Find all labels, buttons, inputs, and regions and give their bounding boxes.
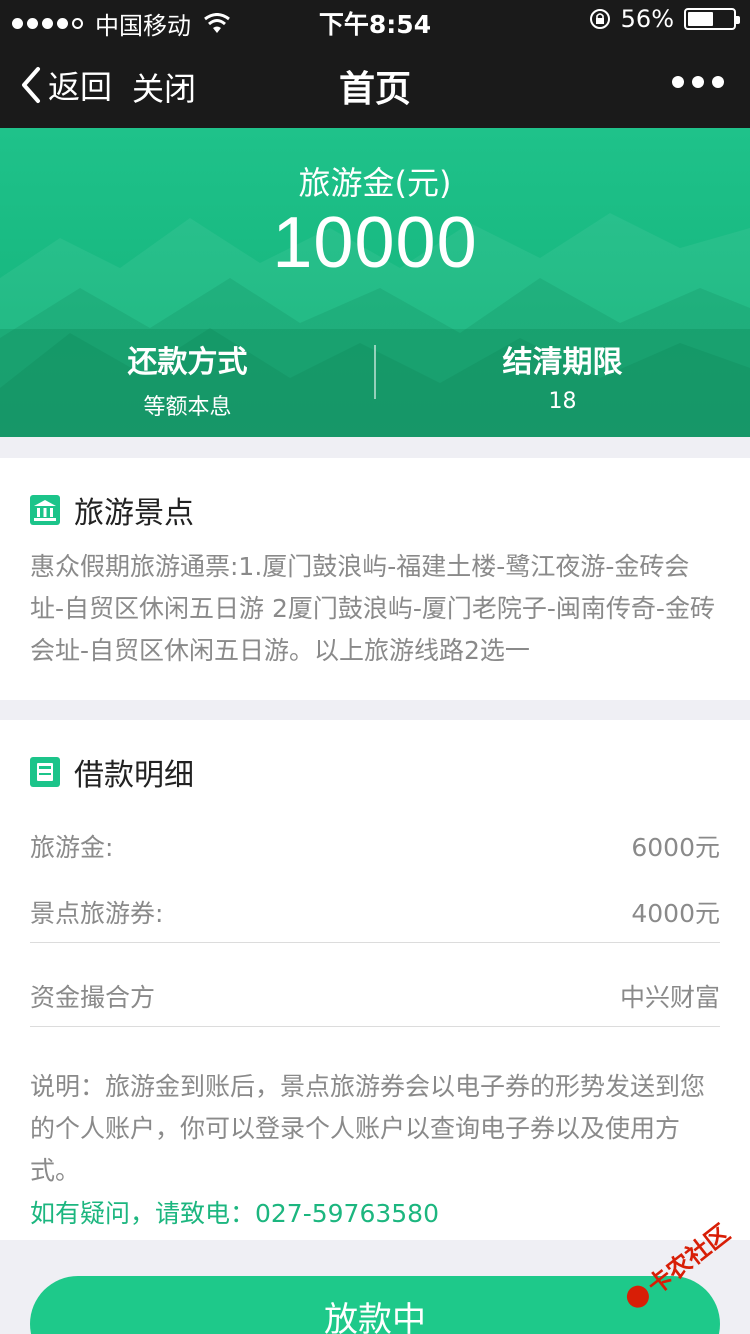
more-dots-icon[interactable] [672, 76, 724, 88]
details-header: 借款明细 [30, 750, 194, 794]
landmark-icon [30, 495, 60, 525]
divider [30, 1026, 720, 1027]
detail-label: 资金撮合方 [30, 983, 156, 1012]
battery-fill [688, 12, 713, 26]
contact-phone-link[interactable]: 如有疑问，请致电：027-59763580 [30, 1194, 439, 1230]
attractions-card: 旅游景点 惠众假期旅游通票:1.厦门鼓浪屿-福建土楼-鹭江夜游-金砖会址-自贸区… [0, 458, 750, 700]
status-bar: 中国移动 下午8:54 56% [0, 0, 750, 40]
attractions-title: 旅游景点 [74, 496, 194, 531]
divider [30, 942, 720, 943]
rotation-lock-icon [589, 9, 610, 29]
attractions-header: 旅游景点 [30, 488, 194, 532]
term-title: 结清期限 [502, 345, 623, 380]
battery-icon [684, 8, 740, 30]
amount-value: 10000 [272, 203, 478, 283]
amount-label: 旅游金(元) [298, 164, 452, 202]
details-title: 借款明细 [74, 758, 194, 793]
repayment-method: 还款方式 等额本息 [0, 329, 375, 437]
loan-details-card: 借款明细 旅游金: 6000元 景点旅游券: 4000元 资金撮合方 中兴财富 … [0, 720, 750, 1240]
detail-value: 中兴财富 [619, 983, 720, 1012]
attractions-description: 惠众假期旅游通票:1.厦门鼓浪屿-福建土楼-鹭江夜游-金砖会址-自贸区休闲五日游… [30, 552, 715, 665]
settlement-term: 结清期限 18 [375, 329, 750, 437]
release-status-button[interactable]: 放款中 [30, 1276, 720, 1334]
page-title: 首页 [338, 69, 411, 110]
repayment-value: 等额本息 [143, 395, 232, 420]
detail-row-travel-fund: 旅游金: 6000元 [30, 828, 720, 864]
detail-label: 景点旅游券: [30, 899, 164, 928]
explanation-note: 说明：旅游金到账后，景点旅游券会以电子券的形势发送到您的个人账户，你可以登录个人… [30, 1072, 706, 1185]
battery-percent: 56% [620, 5, 674, 33]
card-icon [30, 757, 60, 787]
status-right: 56% [589, 5, 740, 33]
nav-bar: 返回 关闭 首页 [0, 40, 750, 128]
detail-row-funder: 资金撮合方 中兴财富 [30, 978, 720, 1014]
detail-value: 6000元 [631, 833, 720, 862]
banner-summary: 还款方式 等额本息 结清期限 18 [0, 329, 750, 437]
detail-value: 4000元 [631, 899, 720, 928]
amount-banner: 旅游金(元) 10000 还款方式 等额本息 结清期限 18 [0, 128, 750, 437]
repayment-title: 还款方式 [127, 345, 248, 380]
detail-row-voucher: 景点旅游券: 4000元 [30, 894, 720, 930]
term-value: 18 [548, 389, 577, 414]
detail-label: 旅游金: [30, 833, 114, 862]
